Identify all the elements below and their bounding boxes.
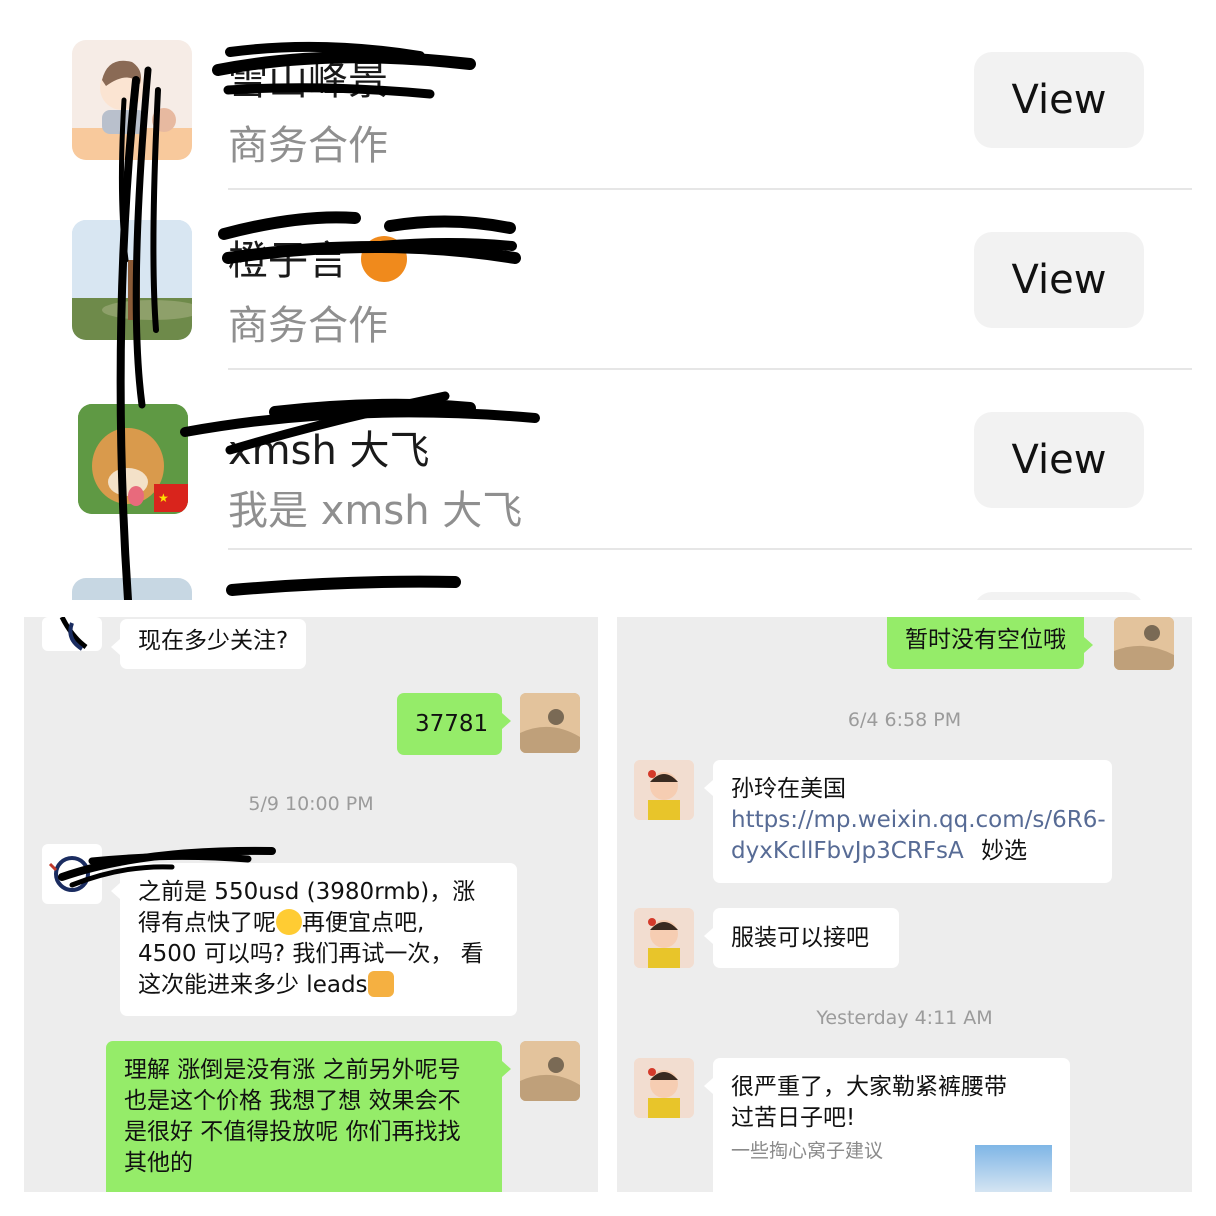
message-text: 再便宜点吧, <box>302 910 425 936</box>
message-text-line: 也是这个价格 我想了想 效果会不 <box>124 1088 461 1114</box>
message-text-line: 之前是 550usd (3980rmb)，涨 <box>138 879 476 905</box>
message-text-line: 孙玲在美国 <box>731 776 846 802</box>
article-thumbnail <box>975 1145 1052 1192</box>
avatar <box>520 693 580 753</box>
contact-subtitle: 商务合作 <box>228 123 388 169</box>
view-button-partial[interactable] <box>974 592 1144 600</box>
avatar <box>634 1058 694 1118</box>
avatar: ★ <box>78 404 188 514</box>
contact-request-list: 雪山峰景 商务合作 View 橙子言 商务合作 View ★ xmsh 大飞 我… <box>0 0 1216 600</box>
link-message-card[interactable]: 孙玲在美国 https://mp.weixin.qq.com/s/6R6- dy… <box>704 760 1112 883</box>
timestamp: 5/9 10:00 PM <box>248 793 374 815</box>
chat-panel-left[interactable]: 现在多少关注? 37781 5/9 10:00 PM 之前是 550usd (3… <box>24 617 598 1192</box>
contact-row[interactable]: 橙子言 商务合作 View <box>0 180 1216 360</box>
avatar <box>42 844 102 904</box>
orange-emoji-icon <box>360 236 407 282</box>
avatar <box>72 578 192 600</box>
message-bubble-incoming[interactable]: 之前是 550usd (3980rmb)，涨 得有点快了呢 再便宜点吧, 4500… <box>111 863 517 1016</box>
message-bubble-incoming[interactable]: 现在多少关注? <box>110 619 307 669</box>
avatar <box>72 40 192 160</box>
article-message-card[interactable]: 很严重了，大家勒紧裤腰带 过苦日子吧! 一些掏心窝子建议 <box>704 1058 1070 1192</box>
message-bubble-outgoing[interactable]: 37781 <box>397 693 511 755</box>
message-bubble-outgoing[interactable]: 暂时没有空位哦 <box>887 617 1093 669</box>
avatar <box>72 220 192 340</box>
avatar <box>634 908 694 968</box>
message-text: 37781 <box>415 711 489 737</box>
view-button[interactable]: View <box>974 232 1144 328</box>
message-text-line: dyxKcllFbvJp3CRFsA 妙选 <box>731 836 1094 867</box>
timestamp: Yesterday 4:11 AM <box>816 1007 993 1029</box>
message-text: 这次能进来多少 leads <box>138 972 368 998</box>
contact-subtitle: 商务合作 <box>228 303 388 349</box>
handshake-emoji-icon <box>367 971 394 997</box>
avatar <box>42 617 102 651</box>
message-text: 现在多少关注? <box>138 628 289 654</box>
message-text: 服装可以接吧 <box>731 925 869 951</box>
message-text-line: 其他的 <box>124 1150 193 1176</box>
message-text-line: 理解 涨倒是没有涨 之前另外呢号 <box>124 1057 461 1083</box>
message-link[interactable]: https://mp.weixin.qq.com/s/6R6- <box>731 805 1106 836</box>
contact-name: 橙子言 <box>228 228 407 286</box>
message-text: 暂时没有空位哦 <box>905 627 1066 653</box>
article-title-line: 过苦日子吧! <box>731 1105 856 1131</box>
svg-text:★: ★ <box>158 491 169 505</box>
contact-row[interactable]: ★ xmsh 大飞 我是 xmsh 大飞 View <box>0 360 1216 540</box>
timestamp: 6/4 6:58 PM <box>847 709 962 731</box>
message-text-line: 得有点快了呢 再便宜点吧, <box>138 908 499 939</box>
view-button[interactable]: View <box>974 412 1144 508</box>
message-link[interactable]: dyxKcllFbvJp3CRFsA <box>731 838 964 864</box>
contact-name: 雪山峰景 <box>228 58 388 104</box>
message-text: 得有点快了呢 <box>138 910 276 936</box>
laughing-emoji-icon <box>276 909 302 935</box>
avatar <box>1114 617 1174 670</box>
message-text: 妙选 <box>981 838 1028 864</box>
divider <box>228 548 1192 550</box>
message-bubble-incoming[interactable]: 服装可以接吧 <box>704 908 899 968</box>
avatar <box>634 760 694 820</box>
chat-panel-right[interactable]: 暂时没有空位哦 6/4 6:58 PM 孙玲在美国 https://mp.wei… <box>617 617 1192 1192</box>
message-text-line: 4500 可以吗? 我们再试一次， 看 <box>138 941 484 967</box>
message-text-line: 是很好 不值得投放呢 你们再找找 <box>124 1119 461 1145</box>
contact-subtitle: 我是 xmsh 大飞 <box>228 488 523 534</box>
contact-name-text: 橙子言 <box>228 238 348 284</box>
article-title-line: 很严重了，大家勒紧裤腰带 <box>731 1074 1007 1100</box>
view-button[interactable]: View <box>974 52 1144 148</box>
avatar <box>520 1041 580 1101</box>
message-bubble-outgoing[interactable]: 理解 涨倒是没有涨 之前另外呢号 也是这个价格 我想了想 效果会不 是很好 不值… <box>106 1041 511 1192</box>
contact-row[interactable]: 雪山峰景 商务合作 View <box>0 0 1216 190</box>
message-text-line: 这次能进来多少 leads <box>138 970 499 1001</box>
contact-name: xmsh 大飞 <box>228 428 430 474</box>
